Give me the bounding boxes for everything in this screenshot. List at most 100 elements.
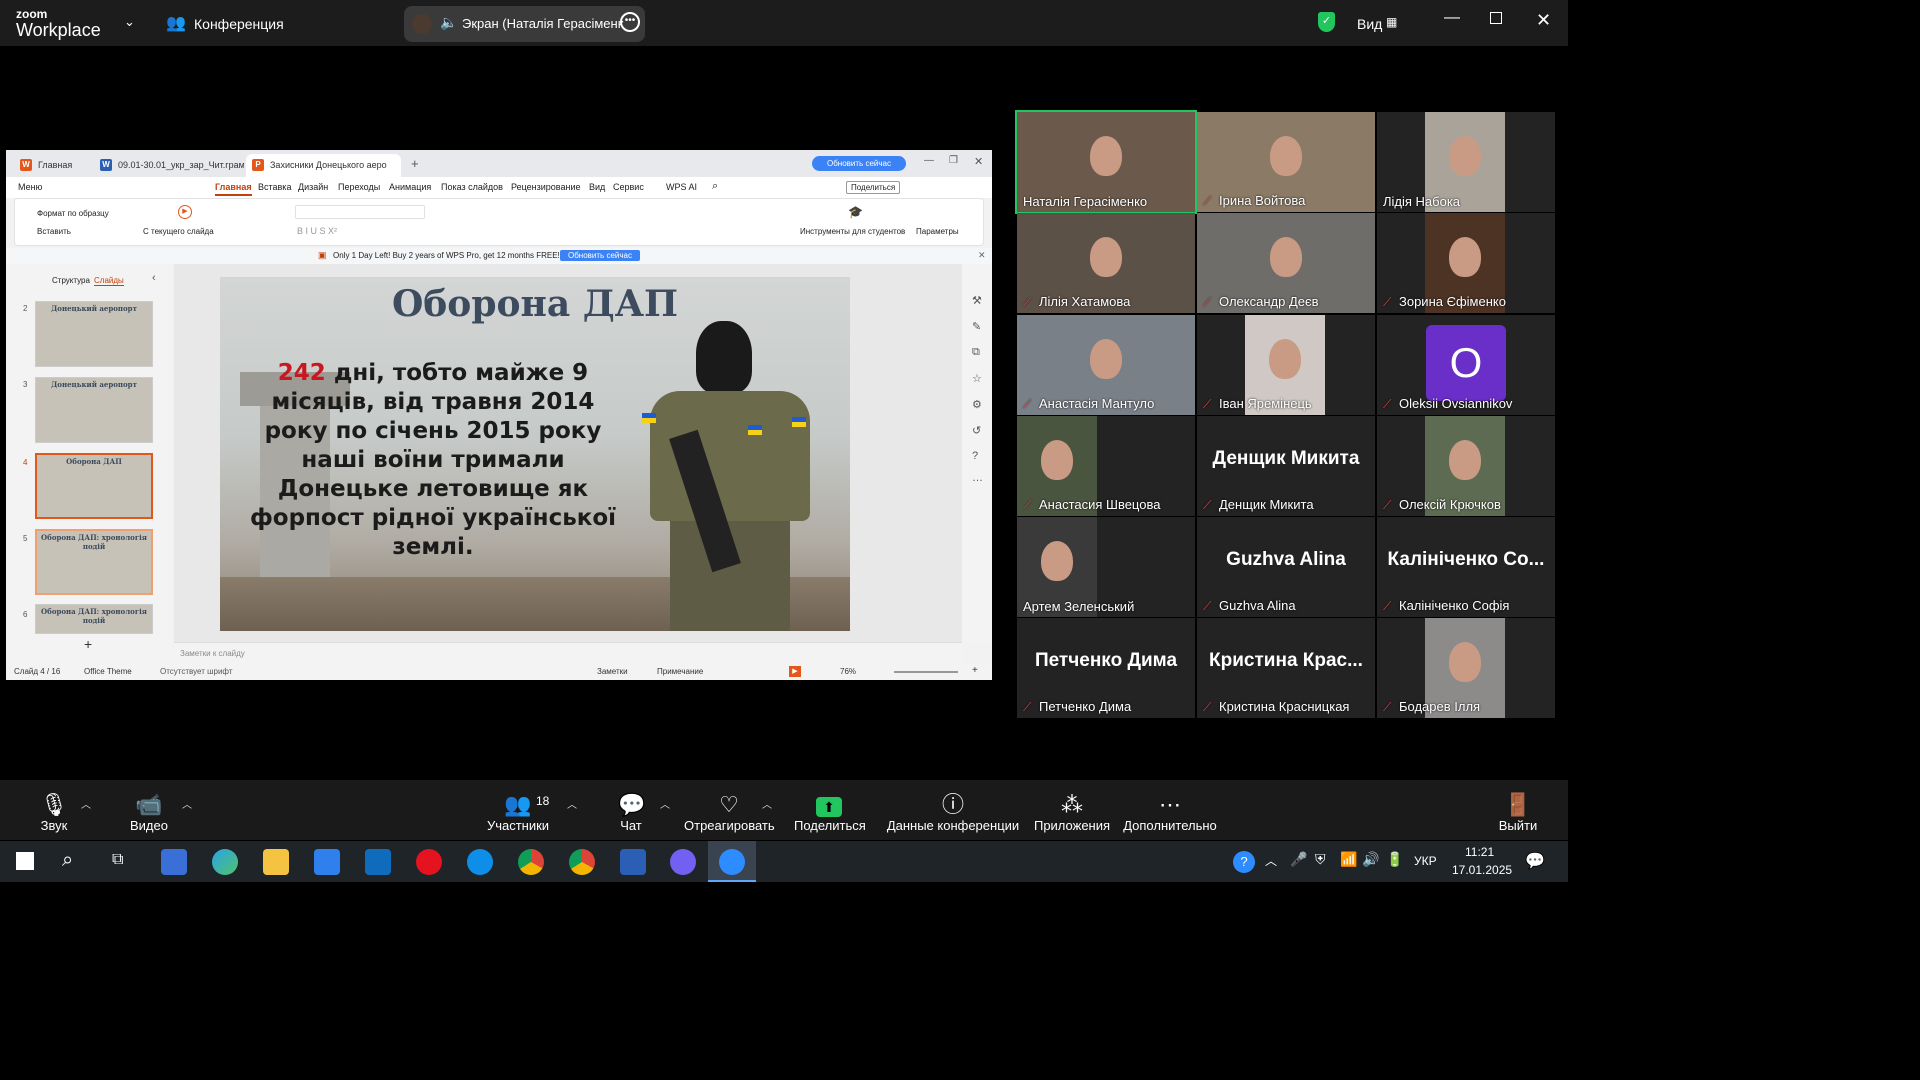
- current-slide[interactable]: Оборона ДАП 242 дні, тобто майже 9 місяц…: [220, 277, 850, 631]
- clock-time[interactable]: 11:21: [1465, 845, 1494, 859]
- menu-design[interactable]: Дизайн: [298, 182, 328, 192]
- participant-tile[interactable]: ⟋ Ірина Войтова: [1197, 112, 1375, 212]
- menu-animation[interactable]: Анимация: [389, 182, 431, 192]
- wifi-icon[interactable]: 📶: [1340, 851, 1357, 868]
- paste-button[interactable]: Вставить: [37, 227, 71, 236]
- participants-options-icon[interactable]: ︿: [567, 796, 577, 811]
- chrome-icon[interactable]: [518, 849, 544, 875]
- tool-icon[interactable]: ⧉: [972, 346, 980, 359]
- slide-thumbnail-2[interactable]: Донецький аеропорт: [35, 301, 153, 367]
- participant-tile[interactable]: ⟋ Анастасія Мантуло: [1017, 315, 1195, 415]
- menu-wps-ai[interactable]: WPS AI: [666, 182, 697, 192]
- participant-tile[interactable]: ⟋ Лілія Хатамова: [1017, 213, 1195, 313]
- menu-slideshow[interactable]: Показ слайдов: [441, 182, 503, 192]
- notifications-icon[interactable]: 💬: [1525, 851, 1545, 871]
- participant-tile[interactable]: ⟋ Олександр Деєв: [1197, 213, 1375, 313]
- notes-area[interactable]: Заметки к слайду: [174, 642, 962, 664]
- zoom-level[interactable]: 76%: [840, 667, 856, 676]
- missing-font[interactable]: Отсутствует шрифт: [160, 667, 233, 676]
- share-screen-button[interactable]: ⬆ Поделиться: [794, 792, 866, 833]
- close-icon[interactable]: ✕: [1536, 10, 1551, 31]
- chat-options-icon[interactable]: ︿: [660, 796, 670, 811]
- security-icon[interactable]: ⛨: [1315, 851, 1326, 868]
- menu-view[interactable]: Вид: [589, 182, 605, 192]
- volume-icon[interactable]: 🔊: [1362, 851, 1379, 868]
- menu-main[interactable]: Меню: [18, 182, 42, 192]
- viber-icon[interactable]: [670, 849, 696, 875]
- notes-toggle[interactable]: Заметки: [597, 667, 628, 676]
- from-current-slide-button[interactable]: С текущего слайда: [143, 227, 214, 236]
- meeting-label[interactable]: Конференция: [194, 16, 284, 32]
- participant-tile[interactable]: ⟋ Олексій Крючков: [1377, 416, 1555, 516]
- comment-toggle[interactable]: Примечание: [657, 667, 703, 676]
- chevron-down-icon[interactable]: ⌄: [124, 14, 135, 30]
- upgrade-button[interactable]: Обновить сейчас: [812, 156, 906, 171]
- font-box[interactable]: [295, 205, 425, 219]
- menu-review[interactable]: Рецензирование: [511, 182, 581, 192]
- microphone-icon[interactable]: 🎤: [1290, 851, 1307, 868]
- promo-close-icon[interactable]: ✕: [978, 250, 986, 261]
- participant-tile[interactable]: ⟋ Зорина Єфіменко: [1377, 213, 1555, 313]
- teamviewer-icon[interactable]: [467, 849, 493, 875]
- chrome-profile-icon[interactable]: [569, 849, 595, 875]
- student-tools-button[interactable]: Инструменты для студентов: [800, 227, 905, 236]
- restore-icon[interactable]: [1490, 12, 1502, 24]
- tab-home[interactable]: W Главная: [14, 154, 94, 177]
- search-icon[interactable]: ⌕: [712, 180, 718, 193]
- menu-tools[interactable]: Сервис: [613, 182, 644, 192]
- tool-icon[interactable]: ⚒: [972, 294, 982, 307]
- outlook-icon[interactable]: [365, 849, 391, 875]
- participant-tile[interactable]: Наталія Герасіменко: [1015, 110, 1197, 214]
- participant-tile[interactable]: Денщик Микита ⟋ Денщик Микита: [1197, 416, 1375, 516]
- tab-presentation[interactable]: P Захисники Донецького аеро: [246, 154, 401, 177]
- student-tools-icon[interactable]: 🎓: [848, 205, 863, 219]
- tool-icon[interactable]: ✎: [972, 320, 981, 333]
- participant-tile[interactable]: ⟋ Іван Яремінець: [1197, 315, 1375, 415]
- shield-icon[interactable]: ✓: [1318, 12, 1335, 32]
- window-close-icon[interactable]: ✕: [974, 155, 983, 168]
- leave-button[interactable]: 🚪 Выйти: [1498, 792, 1538, 833]
- grid-view-icon[interactable]: ▦: [1386, 15, 1397, 29]
- zoom-logo[interactable]: zoom Workplace: [16, 8, 101, 39]
- collapse-pane-icon[interactable]: ‹: [152, 272, 156, 284]
- theme-name[interactable]: Office Theme: [84, 667, 132, 676]
- zoom-in-icon[interactable]: +: [972, 665, 978, 676]
- slide-thumbnail-3[interactable]: Донецький аеропорт: [35, 377, 153, 443]
- minimize-icon[interactable]: —: [1444, 9, 1460, 27]
- help-icon[interactable]: ?: [972, 450, 978, 462]
- tool-icon[interactable]: ⚙: [972, 398, 982, 411]
- chat-button[interactable]: 💬 Чат: [618, 792, 645, 833]
- zoom-slider[interactable]: [894, 671, 958, 673]
- participant-tile[interactable]: O ⟋ Oleksii Ovsiannikov: [1377, 315, 1555, 415]
- view-label[interactable]: Вид: [1357, 16, 1382, 32]
- participant-tile[interactable]: Кристина Крас... ⟋ Кристина Красницкая: [1197, 618, 1375, 718]
- window-restore-icon[interactable]: ❐: [949, 155, 958, 166]
- video-options-icon[interactable]: ︿: [182, 796, 192, 811]
- share-document-button[interactable]: Поделиться: [846, 181, 901, 194]
- clock-date[interactable]: 17.01.2025: [1452, 863, 1512, 877]
- audio-options-icon[interactable]: ︿: [81, 796, 91, 811]
- help-icon[interactable]: ?: [1233, 851, 1255, 873]
- file-explorer-icon[interactable]: [263, 849, 289, 875]
- react-options-icon[interactable]: ︿: [762, 796, 772, 811]
- menu-home[interactable]: Главная: [215, 182, 252, 196]
- opera-icon[interactable]: [416, 849, 442, 875]
- menu-transitions[interactable]: Переходы: [338, 182, 380, 192]
- word-icon[interactable]: [620, 849, 646, 875]
- video-button[interactable]: 📹 Видео: [126, 792, 172, 833]
- tab-document[interactable]: W 09.01-30.01_укр_зар_Чит.грамоті: [94, 154, 244, 177]
- apps-button[interactable]: ⁂ Приложения: [1032, 792, 1112, 833]
- screen-share-pill[interactable]: 🔈 Экран (Наталія Герасіменк •••: [404, 6, 645, 42]
- task-view-icon[interactable]: ⧉: [112, 851, 123, 869]
- new-tab-icon[interactable]: +: [411, 156, 419, 171]
- outline-tab[interactable]: Структура: [52, 276, 90, 285]
- window-minimize-icon[interactable]: —: [924, 155, 934, 166]
- slide-thumbnail-4[interactable]: Оборона ДАП: [35, 453, 153, 519]
- windows-start-icon[interactable]: [16, 852, 34, 870]
- react-button[interactable]: ♡ Отреагировать: [684, 792, 775, 833]
- edge-icon[interactable]: [212, 849, 238, 875]
- promo-button[interactable]: Обновить сейчас: [560, 250, 640, 261]
- history-icon[interactable]: ↺: [972, 424, 981, 437]
- play-icon[interactable]: ▶: [178, 205, 192, 219]
- participant-tile[interactable]: Guzhva Alina ⟋ Guzhva Alina: [1197, 517, 1375, 617]
